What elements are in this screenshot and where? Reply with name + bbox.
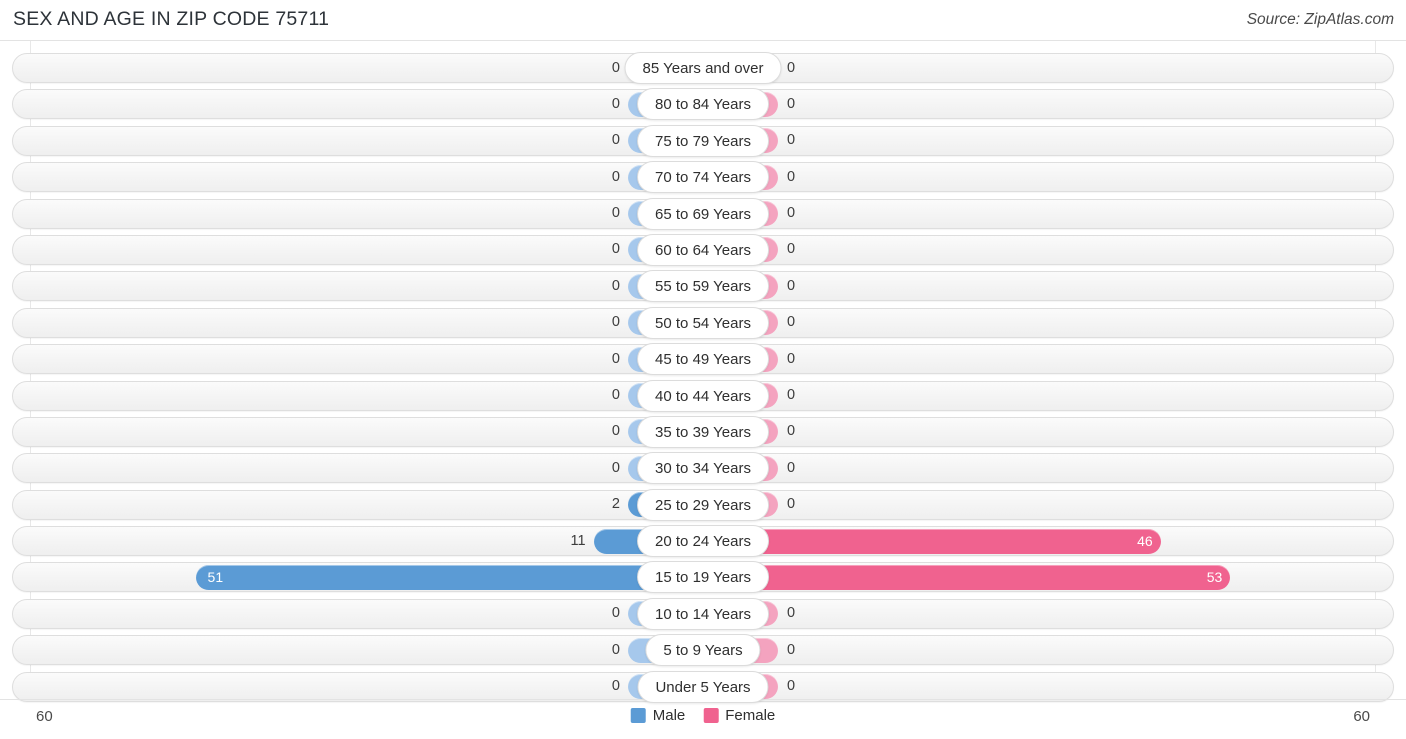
age-group-label: 15 to 19 Years <box>637 561 769 594</box>
age-group-label: 30 to 34 Years <box>637 452 769 485</box>
chart-header: SEX AND AGE IN ZIP CODE 75711 Source: Zi… <box>0 0 1406 41</box>
age-group-label: 25 to 29 Years <box>637 488 769 521</box>
value-label-male: 2 <box>611 496 620 513</box>
value-label-female: 0 <box>787 678 796 695</box>
legend-swatch-male-icon <box>630 708 646 723</box>
bar-male[interactable] <box>195 564 703 590</box>
value-label-female: 0 <box>787 605 796 622</box>
age-group-label: 65 to 69 Years <box>637 197 769 230</box>
value-label-male: 0 <box>611 605 620 622</box>
axis-max-left: 60 <box>36 708 53 725</box>
bar-female[interactable] <box>703 564 1231 590</box>
value-label-female: 0 <box>787 423 796 440</box>
bar-row[interactable]: 51 53 15 to 19 Years <box>0 559 1406 595</box>
age-group-label: Under 5 Years <box>637 670 769 703</box>
value-label-male: 0 <box>611 132 620 149</box>
bar-row[interactable]: 0 0 65 to 69 Years <box>0 196 1406 232</box>
age-group-label: 40 to 44 Years <box>637 379 769 412</box>
age-group-label: 60 to 64 Years <box>637 233 769 266</box>
value-label-female: 0 <box>787 496 796 513</box>
value-label-male: 0 <box>611 168 620 185</box>
value-label-female: 0 <box>787 277 796 294</box>
value-label-male: 0 <box>611 59 620 76</box>
value-label-male: 0 <box>611 678 620 695</box>
age-group-label: 45 to 49 Years <box>637 343 769 376</box>
bar-row[interactable]: 0 0 10 to 14 Years <box>0 596 1406 632</box>
bar-row[interactable]: 2 0 25 to 29 Years <box>0 487 1406 523</box>
value-label-male: 0 <box>611 205 620 222</box>
bar-row[interactable]: 0 0 5 to 9 Years <box>0 632 1406 668</box>
source-attribution: Source: ZipAtlas.com <box>1246 11 1394 28</box>
value-label-female: 0 <box>787 314 796 331</box>
bar-row[interactable]: 0 0 40 to 44 Years <box>0 378 1406 414</box>
value-label-male: 0 <box>611 350 620 367</box>
value-label-male: 0 <box>611 241 620 258</box>
value-label-male: 0 <box>611 641 620 658</box>
bar-row[interactable]: 0 0 80 to 84 Years <box>0 86 1406 122</box>
legend-label-male: Male <box>652 707 686 724</box>
value-label-female: 0 <box>787 350 796 367</box>
bar-row[interactable]: 0 0 85 Years and over <box>0 50 1406 86</box>
age-group-label: 5 to 9 Years <box>645 634 761 667</box>
bar-row[interactable]: 0 0 75 to 79 Years <box>0 123 1406 159</box>
age-group-label: 35 to 39 Years <box>637 415 769 448</box>
page-title: SEX AND AGE IN ZIP CODE 75711 <box>13 8 330 30</box>
value-label-female: 46 <box>1137 532 1153 549</box>
value-label-female: 0 <box>787 459 796 476</box>
value-label-male: 0 <box>611 314 620 331</box>
value-label-male: 0 <box>611 95 620 112</box>
legend: Male Female <box>630 707 775 724</box>
value-label-male: 51 <box>207 568 224 585</box>
legend-label-female: Female <box>725 707 776 724</box>
bar-row[interactable]: 0 0 30 to 34 Years <box>0 450 1406 486</box>
value-label-female: 0 <box>787 132 796 149</box>
legend-item-female[interactable]: Female <box>703 707 775 724</box>
value-label-female: 0 <box>787 59 796 76</box>
chart-footer: 60 Male Female 60 <box>0 699 1406 739</box>
value-label-female: 0 <box>787 241 796 258</box>
bar-row[interactable]: 0 0 70 to 74 Years <box>0 159 1406 195</box>
value-label-male: 0 <box>611 387 620 404</box>
value-label-male: 0 <box>611 459 620 476</box>
age-group-label: 70 to 74 Years <box>637 161 769 194</box>
value-label-male: 0 <box>611 277 620 294</box>
age-group-label: 85 Years and over <box>624 52 782 84</box>
age-group-label: 80 to 84 Years <box>637 88 769 121</box>
bar-row-list: 0 0 85 Years and over 0 0 80 to 84 Years 0 0 75 … <box>0 50 1406 705</box>
bar-row[interactable]: 11 46 20 to 24 Years <box>0 523 1406 559</box>
value-label-female: 0 <box>787 205 796 222</box>
age-group-label: 50 to 54 Years <box>637 306 769 339</box>
value-label-female: 0 <box>787 387 796 404</box>
age-group-label: 55 to 59 Years <box>637 270 769 303</box>
bar-row[interactable]: 0 0 55 to 59 Years <box>0 268 1406 304</box>
bar-row[interactable]: 0 0 45 to 49 Years <box>0 341 1406 377</box>
chart-page: SEX AND AGE IN ZIP CODE 75711 Source: Zi… <box>0 0 1406 739</box>
bar-row[interactable]: 0 0 50 to 54 Years <box>0 305 1406 341</box>
value-label-male: 0 <box>611 423 620 440</box>
bar-row[interactable]: 0 0 35 to 39 Years <box>0 414 1406 450</box>
value-label-female: 0 <box>787 95 796 112</box>
axis-max-right: 60 <box>1353 708 1370 725</box>
legend-swatch-female-icon <box>703 708 719 723</box>
legend-item-male[interactable]: Male <box>630 707 686 724</box>
value-label-male: 11 <box>570 532 586 549</box>
value-label-female: 53 <box>1206 568 1223 585</box>
value-label-female: 0 <box>787 168 796 185</box>
bar-female[interactable] <box>703 528 1161 554</box>
plot-area: 0 0 85 Years and over 0 0 80 to 84 Years 0 0 75 … <box>0 41 1406 703</box>
age-group-label: 20 to 24 Years <box>637 525 769 558</box>
age-group-label: 10 to 14 Years <box>637 597 769 630</box>
bar-row[interactable]: 0 0 60 to 64 Years <box>0 232 1406 268</box>
value-label-female: 0 <box>787 641 796 658</box>
age-group-label: 75 to 79 Years <box>637 124 769 157</box>
